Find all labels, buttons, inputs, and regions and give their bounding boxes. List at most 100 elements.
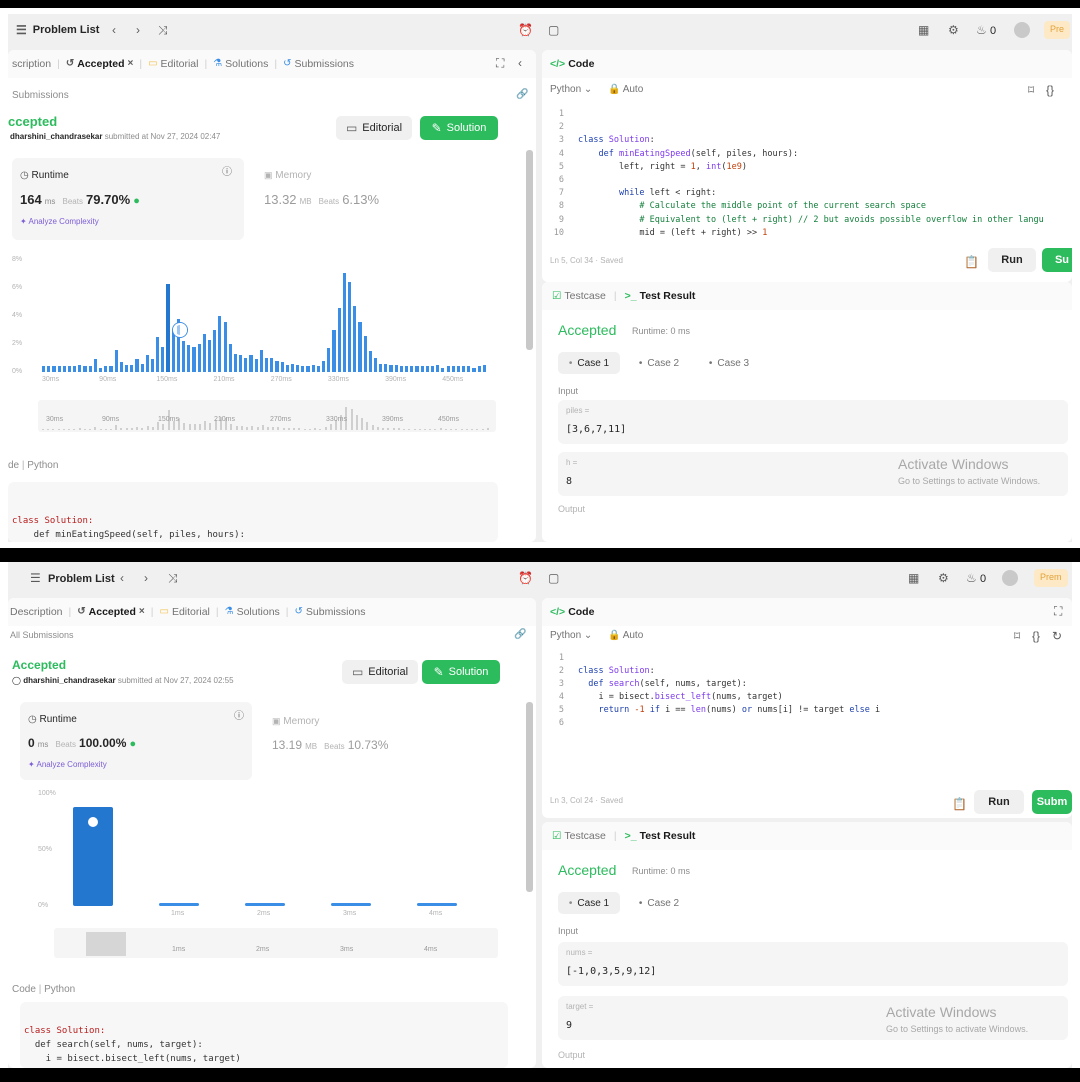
memory-label[interactable]: ▣ Memory [264,170,311,181]
info-icon[interactable]: ⓘ [234,712,244,722]
breadcrumb[interactable]: Submissions [12,90,69,101]
case-2-tab[interactable]: • Case 2 [628,352,690,374]
tab-editorial[interactable]: ▭ Editorial [160,606,210,618]
code-line[interactable]: 3 def search(self, nums, target): [542,678,880,691]
author-name[interactable]: dharshini_chandrasekar [23,676,115,685]
tab-code[interactable]: </> Code [550,58,594,70]
timer-icon[interactable]: ⏰ [518,572,533,584]
tab-testcase[interactable]: ☑ Testcase [552,290,606,302]
link-icon[interactable]: 🔗 [516,90,528,100]
tab-description[interactable]: Description [10,606,63,618]
solution-button[interactable]: ✎ Solution [422,660,500,684]
shuffle-icon[interactable]: ⤨ [168,572,178,584]
close-icon[interactable]: × [128,59,134,69]
tab-code[interactable]: </> Code [550,606,594,618]
code-line[interactable]: 4 def minEatingSpeed(self, piles, hours)… [542,148,1044,161]
run-button[interactable]: Run [988,248,1036,272]
code-line[interactable]: 5 return -1 if i == len(nums) or nums[i]… [542,704,880,717]
maximize-icon[interactable]: ⛶ [496,57,504,69]
reset-icon[interactable]: ↻ [1052,630,1062,642]
code-line[interactable]: 1 [542,108,1044,121]
code-line[interactable]: 2 [542,121,1044,134]
premium-badge[interactable]: Pre [1044,21,1071,39]
language-select[interactable]: Python ⌄ [550,84,592,95]
tab-test-result[interactable]: >_ Test Result [625,830,696,842]
code-editor[interactable]: 1 2 3 class Solution: 4 def minEatingSpeed(s… [542,108,1044,240]
auto-mode[interactable]: 🔒 Auto [608,84,643,95]
auto-mode[interactable]: 🔒 Auto [608,630,643,641]
notes-icon[interactable]: ▢ [548,572,559,584]
case-1-tab[interactable]: • Case 1 [558,892,620,914]
run-button[interactable]: Run [974,790,1024,814]
memory-label[interactable]: ▣ Memory [272,716,319,727]
code-line[interactable]: 1 [542,652,880,665]
code-line[interactable]: 6 [542,717,880,730]
analyze-complexity-link[interactable]: ✦ Analyze Complexity [28,760,107,769]
tab-solutions[interactable]: ⚗ Solutions [225,606,280,618]
code-line[interactable]: 10 mid = (left + right) >> 1 [542,227,1044,240]
submit-button[interactable]: Su [1042,248,1072,272]
code-line[interactable]: 4 i = bisect.bisect_left(nums, target) [542,691,880,704]
info-icon[interactable]: ⓘ [222,168,232,178]
bookmark-icon[interactable]: ⌑ [1028,84,1034,96]
prev-problem-icon[interactable]: ‹ [120,572,124,584]
maximize-icon[interactable]: ⛶ [1054,605,1062,617]
streak-icon[interactable]: ♨ [966,572,977,584]
range-slider[interactable]: 1ms 2ms 3ms 4ms [54,928,498,958]
bookmark-icon[interactable]: ⌑ [1014,630,1020,642]
code-line[interactable]: 6 [542,174,1044,187]
braces-icon[interactable]: {} [1046,84,1054,96]
code-line[interactable]: 8 # Calculate the middle point of the cu… [542,200,1044,213]
case-2-tab[interactable]: • Case 2 [628,892,690,914]
editorial-button[interactable]: ▭ Editorial [342,660,418,684]
runtime-card[interactable]: ◷ Runtime ⓘ 0 ms Beats 100.00% ● ✦ Analy… [20,702,252,780]
code-line[interactable]: 3 class Solution: [542,134,1044,147]
braces-icon[interactable]: {} [1032,630,1040,642]
tab-submissions[interactable]: ↺ Submissions [295,606,366,618]
case-1-tab[interactable]: • Case 1 [558,352,620,374]
runtime-card[interactable]: ◷ Runtime ⓘ 164 ms Beats 79.70% ● ✦ Anal… [12,158,244,240]
link-icon[interactable]: 🔗 [514,630,526,640]
layout-icon[interactable]: ▦ [918,24,929,36]
premium-badge[interactable]: Prem [1034,569,1068,587]
runtime-distribution-chart[interactable]: 0% 2% 4% 6% 8% 30ms 90ms 150ms 210ms 270ms 330ms 39… [12,250,502,440]
author-name[interactable]: dharshini_chandrasekar [10,132,102,141]
code-line[interactable]: 9 # Equivalent to (left + right) // 2 bu… [542,214,1044,227]
analyze-complexity-link[interactable]: ✦ Analyze Complexity [20,217,99,226]
code-line[interactable]: 7 while left < right: [542,187,1044,200]
tab-submissions[interactable]: ↺ Submissions [283,58,354,70]
settings-icon[interactable]: ⚙ [948,24,959,36]
clipboard-icon[interactable]: 📋 [952,798,967,810]
problem-list-link[interactable]: Problem List [48,573,115,585]
code-line[interactable]: 5 left, right = 1, int(1e9) [542,161,1044,174]
case-3-tab[interactable]: • Case 3 [698,352,760,374]
tab-accepted[interactable]: ↺ Accepted × [77,606,145,618]
tab-test-result[interactable]: >_ Test Result [625,290,696,302]
tab-accepted[interactable]: ↺ Accepted × [66,58,134,70]
tab-testcase[interactable]: ☑ Testcase [552,830,606,842]
submit-button[interactable]: Subm [1032,790,1072,814]
layout-icon[interactable]: ▦ [908,572,919,584]
tab-editorial[interactable]: ▭ Editorial [148,58,198,70]
close-icon[interactable]: × [139,607,145,617]
range-slider[interactable]: 30ms 90ms 150ms 210ms 270ms 330ms 390ms 450ms [38,400,496,432]
prev-problem-icon[interactable]: ‹ [112,24,116,36]
collapse-icon[interactable]: ‹ [518,57,522,69]
next-problem-icon[interactable]: › [144,572,148,584]
streak-icon[interactable]: ♨ [976,24,987,36]
breadcrumb[interactable]: All Submissions [10,630,74,640]
code-editor[interactable]: 1 2 class Solution: 3 def search(self, nums… [542,652,880,730]
code-line[interactable]: 2 class Solution: [542,665,880,678]
settings-icon[interactable]: ⚙ [938,572,949,584]
clipboard-icon[interactable]: 📋 [964,256,979,268]
tab-description[interactable]: scription [12,58,51,70]
scrollbar[interactable] [526,702,533,892]
timer-icon[interactable]: ⏰ [518,24,533,36]
avatar[interactable] [1002,570,1018,586]
shuffle-icon[interactable]: ⤨ [158,24,168,36]
avatar[interactable] [1014,22,1030,38]
editorial-button[interactable]: ▭ Editorial [336,116,412,140]
language-select[interactable]: Python ⌄ [550,630,592,641]
problem-list-link[interactable]: ☰ Problem List [16,24,99,36]
notes-icon[interactable]: ▢ [548,24,559,36]
